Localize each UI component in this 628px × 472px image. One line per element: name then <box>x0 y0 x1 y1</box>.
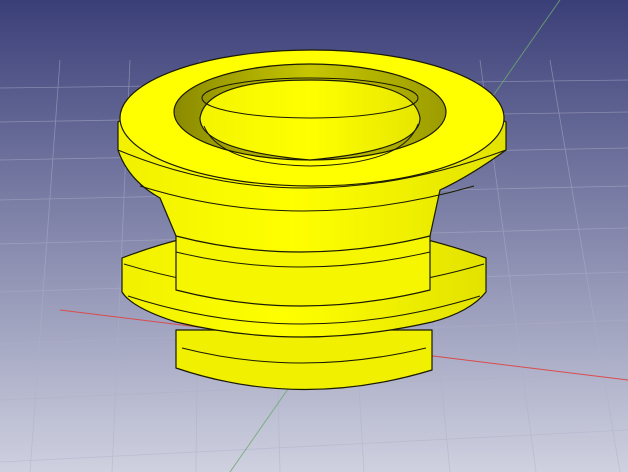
3d-viewport[interactable] <box>0 0 628 472</box>
